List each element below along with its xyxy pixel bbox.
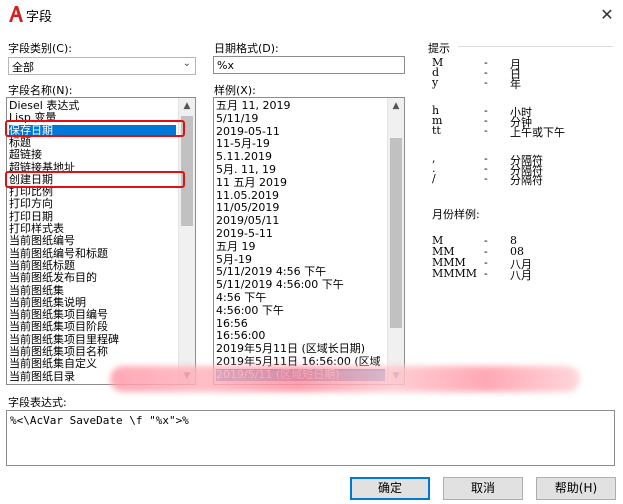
hint-row: MMMM - 八月 xyxy=(432,267,612,282)
list-item[interactable]: 2019-05-11 xyxy=(216,126,385,138)
list-item[interactable]: 2019年5月11日 (区域长日期) xyxy=(216,343,385,355)
redaction-blur xyxy=(110,366,580,392)
fieldnames-scrollbar[interactable]: ▲ ▼ xyxy=(178,98,195,384)
annotation-box-create-date xyxy=(5,171,185,188)
hint-dash: - xyxy=(484,267,488,280)
category-select[interactable]: 全部 ⌄ xyxy=(8,57,196,75)
hint-meaning: 分隔符 xyxy=(510,174,543,187)
list-item[interactable]: 当前图纸集说明 xyxy=(9,296,176,309)
hint-row: MM -08 xyxy=(432,245,612,258)
list-item[interactable]: 当前图纸发布目的 xyxy=(9,272,176,284)
hint-row: / - 分隔符 xyxy=(432,172,612,187)
hint-dash: - xyxy=(484,124,488,137)
list-item[interactable]: 五月 19 xyxy=(216,241,385,253)
expression-label: 字段表达式: xyxy=(8,396,67,409)
expression-text: %<\AcVar SaveDate \f "%x">% xyxy=(10,414,189,427)
list-item[interactable]: 打印日期 xyxy=(9,210,176,223)
list-item[interactable]: 当前图纸编号 xyxy=(9,235,176,247)
list-item[interactable]: 16:56:00 xyxy=(216,330,385,342)
list-item[interactable]: 5月. 11, 19 xyxy=(216,164,385,176)
hint-dash: - xyxy=(484,76,488,89)
ok-button[interactable]: 确定 xyxy=(350,477,430,500)
scroll-thumb[interactable] xyxy=(390,138,402,328)
list-item[interactable]: 11.05.2019 xyxy=(216,190,385,202)
dateformat-label: 日期格式(D): xyxy=(214,42,279,55)
fieldnames-label: 字段名称(N): xyxy=(8,84,73,97)
list-item[interactable]: 5.11.2019 xyxy=(216,151,385,163)
list-item[interactable]: 超链接 xyxy=(9,149,176,161)
list-item[interactable]: 打印方向 xyxy=(9,198,176,210)
month-examples-label: 月份样例: xyxy=(432,208,480,221)
hint-row: M-8 xyxy=(432,234,612,247)
list-item[interactable]: 当前图纸编号和标题 xyxy=(9,247,176,260)
title-bar: 字段 ✕ xyxy=(0,0,623,30)
list-item[interactable]: 4:56:00 下午 xyxy=(216,305,385,317)
list-item[interactable]: 16:56 xyxy=(216,318,385,330)
scroll-up-icon[interactable]: ▲ xyxy=(179,98,195,114)
hints-panel: 月份样例: M - 月 d - 日 y - 年 h - 小时 m - 分钟 tt - 上午或下午, - 分隔符. - 分隔… xyxy=(420,52,615,392)
list-item[interactable]: 当前图纸集 xyxy=(9,284,176,297)
hint-code: tt xyxy=(432,124,441,137)
list-item[interactable]: 当前图纸集项目里程碑 xyxy=(9,333,176,346)
list-item[interactable]: 4:56 下午 xyxy=(216,292,385,304)
scroll-up-icon[interactable]: ▲ xyxy=(388,98,404,114)
hints-divider xyxy=(458,46,613,47)
list-item[interactable]: 5/11/2019 4:56 下午 xyxy=(216,266,385,278)
examples-scrollbar[interactable]: ▲ ▼ xyxy=(387,98,404,384)
annotation-box-save-date xyxy=(5,120,185,137)
chevron-down-icon: ⌄ xyxy=(182,58,191,69)
hint-row: tt - 上午或下午 xyxy=(432,124,612,139)
hint-row: y-年 xyxy=(432,76,612,91)
window-title: 字段 xyxy=(26,10,53,25)
category-label: 字段类别(C): xyxy=(8,42,72,55)
list-item[interactable]: 当前图纸集项目阶段 xyxy=(9,321,176,333)
list-item[interactable]: 5月-19 xyxy=(216,254,385,266)
dateformat-input[interactable] xyxy=(213,56,405,74)
list-item[interactable]: 11/05/2019 xyxy=(216,202,385,214)
list-item[interactable]: 2019/05/11 xyxy=(216,215,385,227)
list-item[interactable]: 11-5月-19 xyxy=(216,138,385,150)
close-icon[interactable]: ✕ xyxy=(594,3,620,27)
category-value: 全部 xyxy=(12,61,34,74)
list-item[interactable]: 五月 11, 2019 xyxy=(216,100,385,112)
hint-code: MMMM xyxy=(432,267,478,280)
help-button[interactable]: 帮助(H) xyxy=(536,477,616,500)
hint-code: y xyxy=(432,76,439,89)
list-item[interactable]: 5/11/2019 4:56:00 下午 xyxy=(216,279,385,291)
hint-meaning: 年 xyxy=(510,78,521,91)
list-item[interactable]: 11 五月 2019 xyxy=(216,177,385,189)
list-item[interactable]: 5/11/19 xyxy=(216,113,385,125)
hint-dash: - xyxy=(484,172,488,185)
expression-field[interactable]: %<\AcVar SaveDate \f "%x">% xyxy=(6,410,615,466)
hint-code: / xyxy=(432,172,436,185)
hint-meaning: 八月 xyxy=(510,269,532,282)
examples-list[interactable]: 五月 11, 2019 5/11/19 2019-05-11 11-5月-19 5.11… xyxy=(213,97,405,385)
list-item[interactable]: 2019-5-11 xyxy=(216,228,385,240)
examples-label: 样例(X): xyxy=(214,84,256,97)
hint-row: MMM - 八月 xyxy=(432,256,612,271)
cancel-button[interactable]: 取消 xyxy=(443,477,523,500)
hint-meaning: 上午或下午 xyxy=(510,126,565,139)
autocad-logo-icon xyxy=(9,6,23,22)
fieldnames-list[interactable]: Diesel 表达式 Lisp 变量 保存日期 标题 超链接 超链接基地址 创建日期 打印比例… xyxy=(6,97,196,385)
